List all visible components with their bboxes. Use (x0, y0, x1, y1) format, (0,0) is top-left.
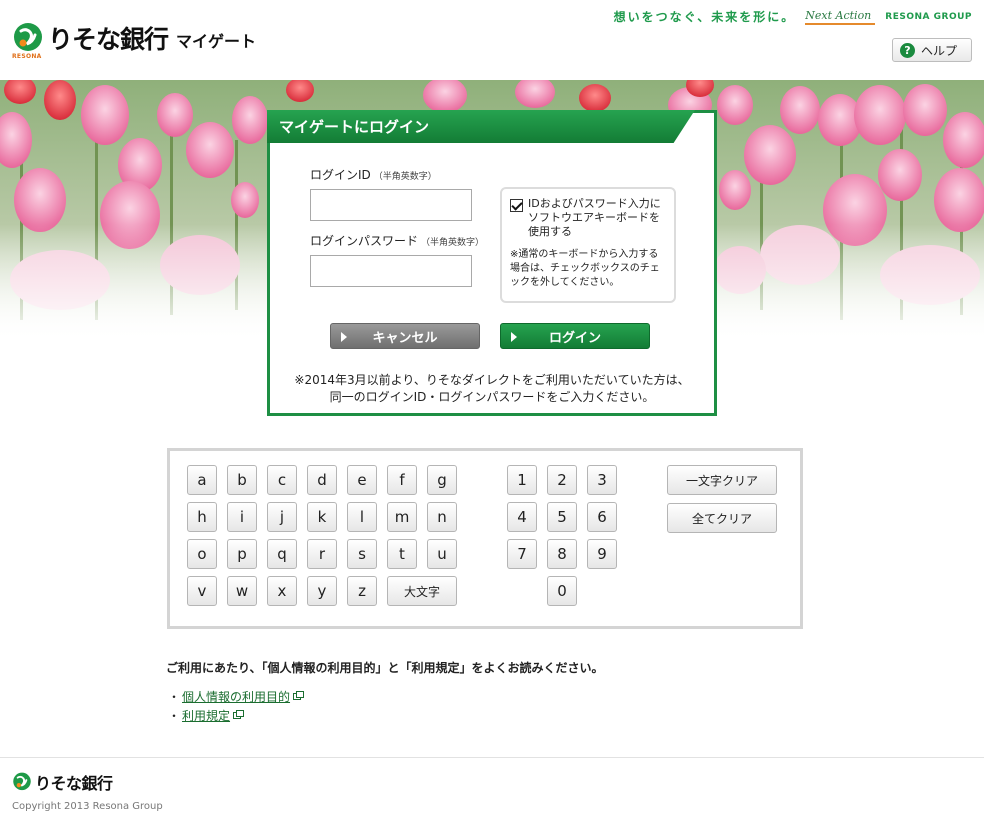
key-y[interactable]: y (307, 576, 337, 606)
external-window-icon (233, 710, 245, 719)
privacy-policy-item: ・ 個人情報の利用目的 (168, 688, 305, 705)
key-q[interactable]: q (267, 539, 297, 569)
key-c[interactable]: c (267, 465, 297, 495)
login-id-hint: （半角英数字） (373, 172, 437, 182)
key-v[interactable]: v (187, 576, 217, 606)
slogan: 想いをつなぐ、未来を形に。 Next Action RESONA GROUP (614, 8, 972, 25)
login-password-label-text: ログインパスワード (310, 234, 419, 248)
footer-divider (0, 757, 984, 758)
key-2[interactable]: 2 (547, 465, 577, 495)
terms-of-use-link[interactable]: 利用規定 (182, 707, 230, 724)
key-g[interactable]: g (427, 465, 457, 495)
key-0[interactable]: 0 (547, 576, 577, 606)
service-name: マイゲート (176, 32, 257, 51)
key-o[interactable]: o (187, 539, 217, 569)
copyright: Copyright 2013 Resona Group (12, 801, 163, 812)
privacy-policy-link[interactable]: 個人情報の利用目的 (182, 688, 290, 705)
backspace-button[interactable]: 一文字クリア (667, 465, 777, 495)
login-note-line2: 同一のログインID・ログインパスワードをご入力ください。 (329, 390, 655, 404)
resona-logo-mark-icon: RESONA (12, 22, 44, 60)
login-note-line1: ※2014年3月以前より、りそなダイレクトをご利用いただいていた方は、 (294, 373, 690, 387)
login-title: マイゲートにログイン (267, 110, 695, 143)
resona-group-text: RESONA GROUP (885, 11, 972, 22)
bullet: ・ (168, 709, 181, 723)
software-keyboard-checkbox[interactable] (510, 199, 523, 212)
key-z[interactable]: z (347, 576, 377, 606)
help-label: ヘルプ (921, 43, 958, 58)
terms-notice: ご利用にあたり、「個人情報の利用目的」と「利用規定」をよくお読みください。 (166, 661, 604, 675)
login-label: ログイン (548, 330, 601, 346)
key-p[interactable]: p (227, 539, 257, 569)
key-x[interactable]: x (267, 576, 297, 606)
triangle-right-icon (341, 332, 347, 342)
key-9[interactable]: 9 (587, 539, 617, 569)
uppercase-toggle-button[interactable]: 大文字 (387, 576, 457, 606)
question-circle-icon: ? (900, 42, 915, 58)
login-note: ※2014年3月以前より、りそなダイレクトをご利用いただいていた方は、 同一のロ… (270, 372, 714, 406)
resona-logo[interactable]: RESONA りそな銀行 マイゲート (12, 20, 257, 60)
key-h[interactable]: h (187, 502, 217, 532)
key-i[interactable]: i (227, 502, 257, 532)
login-password-label: ログインパスワード （半角英数字） (310, 232, 484, 249)
next-action-mark: Next Action (805, 9, 876, 25)
key-4[interactable]: 4 (507, 502, 537, 532)
key-6[interactable]: 6 (587, 502, 617, 532)
key-a[interactable]: a (187, 465, 217, 495)
login-password-input[interactable] (310, 255, 472, 287)
cancel-button[interactable]: キャンセル (330, 323, 480, 349)
login-id-label: ログインID （半角英数字） (310, 166, 437, 183)
header: RESONA りそな銀行 マイゲート 想いをつなぐ、未来を形に。 Next Ac… (0, 0, 984, 80)
resona-logo-mark-icon (13, 772, 31, 791)
key-e[interactable]: e (347, 465, 377, 495)
key-t[interactable]: t (387, 539, 417, 569)
footer-logo: りそな銀行 (12, 770, 113, 794)
login-password-hint: （半角英数字） (421, 238, 485, 248)
key-j[interactable]: j (267, 502, 297, 532)
key-8[interactable]: 8 (547, 539, 577, 569)
footer-bank-name: りそな銀行 (35, 774, 113, 793)
external-window-icon (293, 691, 305, 700)
bullet: ・ (168, 690, 181, 704)
key-7[interactable]: 7 (507, 539, 537, 569)
key-k[interactable]: k (307, 502, 337, 532)
login-panel: マイゲートにログイン ログインID （半角英数字） ログインパスワード （半角英数字… (267, 110, 717, 416)
help-button[interactable]: ? ヘルプ (892, 38, 972, 62)
key-r[interactable]: r (307, 539, 337, 569)
logo-resona-text: RESONA (12, 53, 42, 60)
key-s[interactable]: s (347, 539, 377, 569)
clear-all-button[interactable]: 全てクリア (667, 503, 777, 533)
key-b[interactable]: b (227, 465, 257, 495)
key-l[interactable]: l (347, 502, 377, 532)
cancel-label: キャンセル (372, 330, 438, 346)
terms-of-use-item: ・ 利用規定 (168, 707, 245, 724)
key-d[interactable]: d (307, 465, 337, 495)
key-m[interactable]: m (387, 502, 417, 532)
software-keyboard-option: IDおよびパスワード入力にソフトウエアキーボードを使用する ※通常のキーボードか… (500, 187, 676, 303)
triangle-right-icon (511, 332, 517, 342)
key-1[interactable]: 1 (507, 465, 537, 495)
key-5[interactable]: 5 (547, 502, 577, 532)
software-keyboard-note: ※通常のキーボードから入力する場合は、チェックボックスのチェックを外してください… (510, 249, 660, 288)
slogan-text: 想いをつなぐ、未来を形に。 (613, 10, 796, 24)
software-keyboard-checkbox-label[interactable]: IDおよびパスワード入力にソフトウエアキーボードを使用する (528, 197, 666, 239)
key-n[interactable]: n (427, 502, 457, 532)
login-button[interactable]: ログイン (500, 323, 650, 349)
bank-name: りそな銀行 (48, 25, 169, 54)
key-3[interactable]: 3 (587, 465, 617, 495)
software-keyboard-panel: a b c d e f g h i j k l m n o p q r s t … (167, 448, 803, 629)
key-u[interactable]: u (427, 539, 457, 569)
login-id-input[interactable] (310, 189, 472, 221)
key-w[interactable]: w (227, 576, 257, 606)
login-id-label-text: ログインID (310, 168, 371, 182)
key-f[interactable]: f (387, 465, 417, 495)
